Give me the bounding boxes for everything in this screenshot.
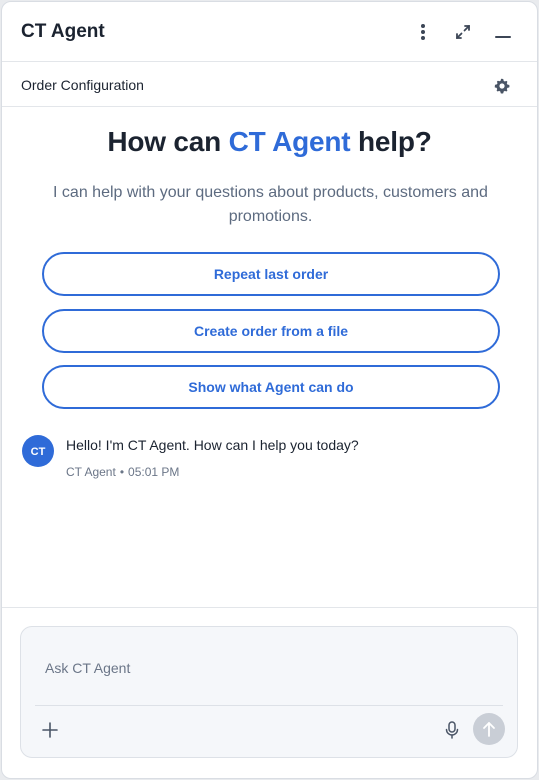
hero-title: How can CT Agent help? [2, 126, 537, 158]
more-options-button[interactable] [409, 18, 437, 46]
expand-button[interactable] [449, 18, 477, 46]
message-meta: CT Agent • 05:01 PM [66, 465, 179, 479]
composer-divider [35, 705, 503, 706]
meta-separator: • [119, 465, 125, 479]
send-button[interactable] [473, 713, 505, 745]
hero-subtitle: I can help with your questions about pro… [53, 184, 488, 225]
minimize-icon [495, 36, 511, 38]
chat-input[interactable] [45, 657, 485, 679]
ct-logo-icon: CT [31, 446, 46, 458]
agent-avatar: CT [22, 435, 54, 467]
hero-title-suffix: help? [350, 126, 432, 157]
more-vertical-icon [421, 24, 425, 40]
context-bar: Order Configuration [2, 63, 537, 107]
context-title: Order Configuration [21, 77, 144, 93]
arrow-up-icon [483, 722, 495, 737]
repeat-last-order-button[interactable]: Repeat last order [42, 252, 500, 296]
settings-button[interactable] [491, 75, 513, 97]
message-time: 05:01 PM [128, 465, 180, 479]
app-title: CT Agent [21, 21, 105, 42]
panel-header: CT Agent [2, 2, 537, 62]
microphone-icon [445, 721, 459, 739]
minimize-button[interactable] [489, 18, 517, 46]
expand-icon [456, 25, 470, 39]
plus-icon [42, 722, 58, 738]
svg-text:CT: CT [31, 446, 46, 458]
add-attachment-button[interactable] [39, 719, 61, 741]
gear-icon [494, 78, 510, 94]
composer [20, 626, 518, 758]
show-agent-capabilities-button[interactable]: Show what Agent can do [42, 365, 500, 409]
hero-title-accent: CT Agent [228, 126, 351, 157]
agent-message-text: Hello! I'm CT Agent. How can I help you … [66, 437, 359, 453]
message-sender: CT Agent [66, 465, 116, 479]
voice-input-button[interactable] [441, 719, 463, 741]
hero-title-prefix: How can [107, 126, 229, 157]
create-order-from-file-button[interactable]: Create order from a file [42, 309, 500, 353]
